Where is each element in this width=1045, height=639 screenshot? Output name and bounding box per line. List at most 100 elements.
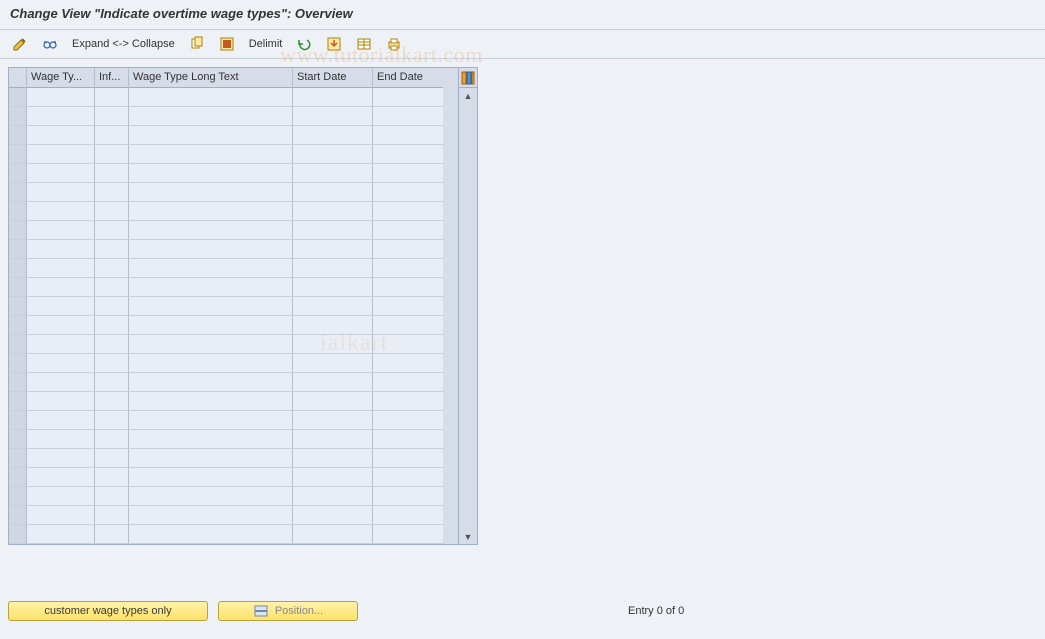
expand-collapse-button[interactable]: Expand <-> Collapse [68,34,179,54]
cell-wage-type[interactable] [27,164,95,183]
cell-long-text[interactable] [129,164,293,183]
cell-end-date[interactable] [373,316,443,335]
cell-inf[interactable] [95,145,129,164]
position-button[interactable]: Position... [218,601,358,621]
table-settings-icon[interactable] [459,68,477,88]
cell-inf[interactable] [95,525,129,544]
row-selector[interactable] [9,145,27,164]
row-selector[interactable] [9,525,27,544]
cell-end-date[interactable] [373,202,443,221]
table-row[interactable] [9,411,458,430]
cell-wage-type[interactable] [27,259,95,278]
delimit-button[interactable]: Delimit [245,34,287,54]
cell-start-date[interactable] [293,468,373,487]
cell-long-text[interactable] [129,506,293,525]
cell-end-date[interactable] [373,354,443,373]
cell-inf[interactable] [95,354,129,373]
cell-long-text[interactable] [129,240,293,259]
cell-end-date[interactable] [373,126,443,145]
row-selector[interactable] [9,88,27,107]
cell-start-date[interactable] [293,335,373,354]
cell-start-date[interactable] [293,126,373,145]
copy-icon[interactable] [185,34,209,54]
save-icon[interactable] [322,34,346,54]
cell-long-text[interactable] [129,335,293,354]
table-row[interactable] [9,487,458,506]
row-selector[interactable] [9,183,27,202]
cell-inf[interactable] [95,221,129,240]
cell-inf[interactable] [95,449,129,468]
cell-wage-type[interactable] [27,316,95,335]
row-selector[interactable] [9,373,27,392]
cell-inf[interactable] [95,316,129,335]
cell-long-text[interactable] [129,354,293,373]
table-row[interactable] [9,354,458,373]
cell-end-date[interactable] [373,449,443,468]
cell-long-text[interactable] [129,449,293,468]
row-selector[interactable] [9,506,27,525]
cell-inf[interactable] [95,468,129,487]
select-all-header[interactable] [9,68,27,88]
cell-wage-type[interactable] [27,525,95,544]
cell-start-date[interactable] [293,487,373,506]
undo-icon[interactable] [292,34,316,54]
cell-start-date[interactable] [293,164,373,183]
cell-wage-type[interactable] [27,335,95,354]
cell-end-date[interactable] [373,240,443,259]
cell-long-text[interactable] [129,373,293,392]
cell-start-date[interactable] [293,449,373,468]
cell-long-text[interactable] [129,316,293,335]
table-row[interactable] [9,525,458,544]
row-selector[interactable] [9,126,27,145]
cell-end-date[interactable] [373,392,443,411]
row-selector[interactable] [9,240,27,259]
row-selector[interactable] [9,335,27,354]
cell-end-date[interactable] [373,145,443,164]
table-row[interactable] [9,316,458,335]
cell-end-date[interactable] [373,259,443,278]
cell-long-text[interactable] [129,183,293,202]
col-end-date[interactable]: End Date [373,68,443,88]
cell-inf[interactable] [95,487,129,506]
table-row[interactable] [9,430,458,449]
row-selector[interactable] [9,316,27,335]
cell-wage-type[interactable] [27,126,95,145]
cell-start-date[interactable] [293,297,373,316]
cell-long-text[interactable] [129,126,293,145]
cell-start-date[interactable] [293,430,373,449]
cell-wage-type[interactable] [27,449,95,468]
cell-wage-type[interactable] [27,506,95,525]
cell-wage-type[interactable] [27,202,95,221]
cell-inf[interactable] [95,392,129,411]
cell-wage-type[interactable] [27,221,95,240]
cell-start-date[interactable] [293,278,373,297]
cell-long-text[interactable] [129,145,293,164]
row-selector[interactable] [9,259,27,278]
cell-start-date[interactable] [293,411,373,430]
row-selector[interactable] [9,164,27,183]
col-wage-type[interactable]: Wage Ty... [27,68,95,88]
cell-start-date[interactable] [293,259,373,278]
cell-wage-type[interactable] [27,88,95,107]
row-selector[interactable] [9,487,27,506]
cell-long-text[interactable] [129,468,293,487]
cell-long-text[interactable] [129,430,293,449]
cell-wage-type[interactable] [27,468,95,487]
row-selector[interactable] [9,468,27,487]
cell-start-date[interactable] [293,145,373,164]
cell-end-date[interactable] [373,525,443,544]
cell-end-date[interactable] [373,487,443,506]
cell-inf[interactable] [95,126,129,145]
cell-long-text[interactable] [129,487,293,506]
cell-end-date[interactable] [373,335,443,354]
cell-inf[interactable] [95,259,129,278]
row-selector[interactable] [9,202,27,221]
table-row[interactable] [9,259,458,278]
scroll-up-icon[interactable]: ▲ [459,88,477,103]
cell-inf[interactable] [95,164,129,183]
cell-inf[interactable] [95,297,129,316]
scroll-down-icon[interactable]: ▼ [459,529,477,544]
cell-wage-type[interactable] [27,183,95,202]
cell-long-text[interactable] [129,202,293,221]
cell-end-date[interactable] [373,88,443,107]
